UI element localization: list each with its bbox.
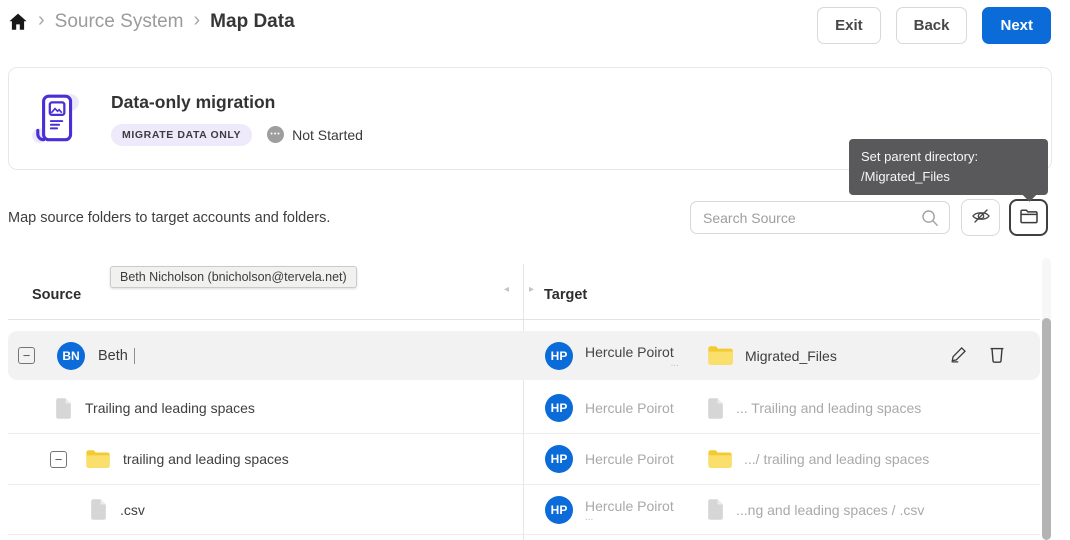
target-folder-label[interactable]: Migrated_Files (745, 348, 837, 364)
target-path-label: ...ng and leading spaces / .csv (736, 502, 924, 518)
document-image-icon (31, 91, 79, 147)
collapse-toggle[interactable]: − (50, 451, 67, 468)
target-account-name: Hercule Poirot (585, 400, 707, 416)
breadcrumb-separator: › (194, 10, 201, 33)
source-folder-label[interactable]: trailing and leading spaces (123, 451, 289, 467)
avatar-hp: HP (545, 496, 573, 524)
breadcrumb-separator: › (38, 10, 45, 33)
trash-icon (988, 344, 1006, 367)
back-button[interactable]: Back (896, 7, 968, 44)
breadcrumb-source-system[interactable]: Source System (55, 11, 184, 33)
migration-title: Data-only migration (111, 92, 363, 113)
source-column-header: Source (32, 287, 81, 303)
target-account-name: Hercule Poirot (585, 344, 707, 360)
tooltip-line-2: /Migrated_Files (861, 167, 1036, 187)
avatar-bn: BN (57, 342, 85, 370)
set-parent-directory-button[interactable] (1009, 199, 1048, 236)
collapse-toggle[interactable]: − (18, 347, 35, 364)
source-file-label[interactable]: .csv (120, 502, 145, 518)
source-account-label[interactable]: Beth (98, 348, 128, 364)
mapping-instruction: Map source folders to target accounts an… (8, 210, 330, 226)
folder-icon (85, 449, 110, 469)
target-account-name: Hercule Poirot (585, 498, 707, 514)
status-label: Not Started (292, 127, 363, 143)
target-path-label: ... Trailing and leading spaces (736, 400, 921, 416)
parent-directory-tooltip: Set parent directory: /Migrated_Files (849, 139, 1048, 195)
pane-collapse-left-icon[interactable]: ◂ (504, 284, 509, 295)
target-column-header: Target (544, 287, 587, 303)
avatar-hp: HP (545, 342, 573, 370)
file-icon (90, 499, 107, 520)
home-icon[interactable] (8, 12, 28, 32)
pencil-icon (949, 344, 969, 367)
mapping-table: Beth Nicholson (bnicholson@tervela.net) … (8, 256, 1040, 540)
table-body: − BN Beth HP Hercule Poirot ... Migrated… (8, 331, 1040, 535)
table-row-file[interactable]: Trailing and leading spaces HP Hercule P… (8, 383, 1040, 434)
tooltip-line-1: Set parent directory: (861, 147, 1036, 167)
folder-icon (707, 345, 733, 366)
migration-status: ••• Not Started (267, 126, 363, 143)
file-icon (55, 398, 72, 419)
top-action-buttons: Exit Back Next (817, 7, 1051, 44)
source-user-tooltip: Beth Nicholson (bnicholson@tervela.net) (110, 266, 357, 288)
edit-mapping-button[interactable] (949, 344, 969, 367)
source-file-label[interactable]: Trailing and leading spaces (85, 400, 255, 416)
target-path-label: .../ trailing and leading spaces (744, 451, 929, 467)
status-not-started-icon: ••• (267, 126, 284, 143)
hide-mapped-button[interactable] (961, 199, 1000, 236)
breadcrumb-current-map-data: Map Data (210, 11, 294, 33)
vertical-scrollbar-thumb[interactable] (1042, 318, 1051, 540)
avatar-hp: HP (545, 445, 573, 473)
exit-button[interactable]: Exit (817, 7, 881, 44)
next-button[interactable]: Next (982, 7, 1051, 44)
table-row-file[interactable]: .csv HP Hercule Poirot ... ...ng and lea… (8, 485, 1040, 535)
target-account-subtitle: ... (585, 514, 707, 522)
avatar-hp: HP (545, 394, 573, 422)
target-account-subtitle: ... (585, 360, 707, 368)
search-source-input[interactable] (703, 210, 921, 226)
breadcrumb: › Source System › Map Data (8, 10, 295, 33)
table-row-account-beth[interactable]: − BN Beth HP Hercule Poirot ... Migrated… (8, 331, 1040, 380)
search-source-box (690, 201, 950, 234)
eye-slash-icon (970, 205, 992, 230)
pane-collapse-right-icon[interactable]: ▸ (529, 284, 534, 295)
target-account-name: Hercule Poirot (585, 451, 707, 467)
file-icon (707, 499, 724, 520)
migration-type-badge: MIGRATE DATA ONLY (111, 124, 252, 146)
folder-icon (707, 449, 732, 469)
text-cursor (134, 348, 135, 364)
delete-mapping-button[interactable] (988, 344, 1006, 367)
search-icon (921, 209, 939, 227)
table-row-folder[interactable]: − trailing and leading spaces HP Hercule… (8, 434, 1040, 485)
file-icon (707, 398, 724, 419)
migration-card-body: Data-only migration MIGRATE DATA ONLY ••… (111, 92, 363, 146)
folder-outline-icon (1019, 207, 1039, 228)
